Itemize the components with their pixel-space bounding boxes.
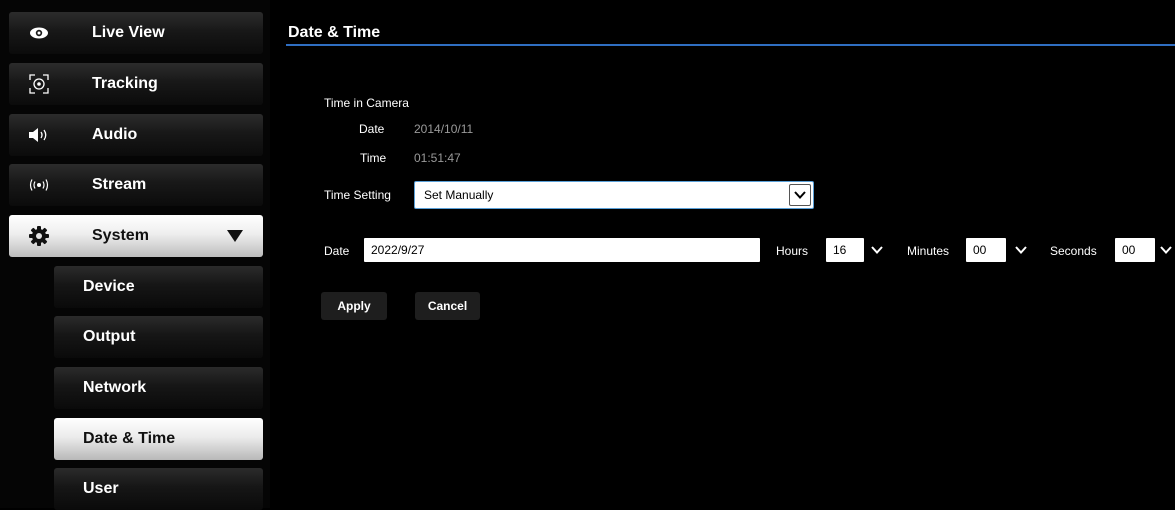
manual-date-label: Date	[324, 244, 350, 258]
camera-time-value: 01:51:47	[414, 151, 461, 165]
seconds-label: Seconds	[1050, 244, 1097, 258]
nav-audio[interactable]: Audio	[9, 114, 263, 156]
nav-live-view-label: Live View	[92, 24, 165, 41]
subnav-device-label: Device	[83, 278, 135, 295]
hours-chevron-down-icon[interactable]	[864, 238, 890, 262]
eye-icon	[9, 12, 69, 54]
seconds-value: 00	[1122, 243, 1136, 257]
gear-icon	[9, 215, 69, 257]
sidebar: Live View Tracking Audio Stream System D…	[0, 0, 270, 510]
time-setting-selected: Set Manually	[424, 188, 494, 202]
subnav-network[interactable]: Network	[54, 367, 263, 409]
subnav-network-label: Network	[83, 379, 147, 396]
minutes-value: 00	[973, 243, 987, 257]
nav-audio-label: Audio	[92, 126, 138, 143]
subnav-output[interactable]: Output	[54, 316, 263, 358]
page-title: Date & Time	[288, 24, 381, 41]
nav-live-view[interactable]: Live View	[9, 12, 263, 54]
nav-stream-label: Stream	[92, 176, 147, 193]
broadcast-icon	[9, 164, 69, 206]
date-input[interactable]: 2022/9/27	[364, 238, 760, 262]
subnav-output-label: Output	[83, 328, 136, 345]
camera-date-label: Date	[359, 122, 385, 136]
subnav-date-time[interactable]: Date & Time	[54, 418, 263, 460]
camera-date-value: 2014/10/11	[414, 122, 474, 136]
nav-tracking[interactable]: Tracking	[9, 63, 263, 105]
chevron-down-icon[interactable]	[789, 184, 811, 206]
nav-system-label: System	[92, 227, 149, 244]
time-setting-label: Time Setting	[324, 188, 391, 202]
subnav-device[interactable]: Device	[54, 266, 263, 308]
nav-system[interactable]: System	[9, 215, 263, 257]
speaker-icon	[9, 114, 69, 156]
camera-time-label: Time	[360, 151, 387, 165]
hours-value: 16	[833, 243, 847, 257]
minutes-label: Minutes	[907, 244, 950, 258]
cancel-button[interactable]: Cancel	[415, 292, 480, 320]
seconds-select[interactable]: 00	[1115, 238, 1155, 262]
hours-label: Hours	[776, 244, 809, 258]
triangle-down-icon	[227, 230, 243, 242]
time-in-camera-heading: Time in Camera	[324, 96, 409, 110]
date-input-value: 2022/9/27	[371, 243, 425, 257]
minutes-chevron-down-icon[interactable]	[1008, 238, 1034, 262]
subnav-user[interactable]: User	[54, 468, 263, 510]
apply-button[interactable]: Apply	[321, 292, 387, 320]
subnav-user-label: User	[83, 480, 119, 497]
nav-tracking-label: Tracking	[92, 75, 158, 92]
subnav-date-time-label: Date & Time	[83, 430, 176, 447]
minutes-select[interactable]: 00	[966, 238, 1006, 262]
tracking-target-icon	[9, 63, 69, 105]
nav-stream[interactable]: Stream	[9, 164, 263, 206]
time-setting-select[interactable]: Set Manually	[414, 181, 814, 209]
hours-select[interactable]: 16	[826, 238, 864, 262]
title-divider	[286, 44, 1175, 46]
seconds-chevron-down-icon[interactable]	[1157, 238, 1175, 262]
